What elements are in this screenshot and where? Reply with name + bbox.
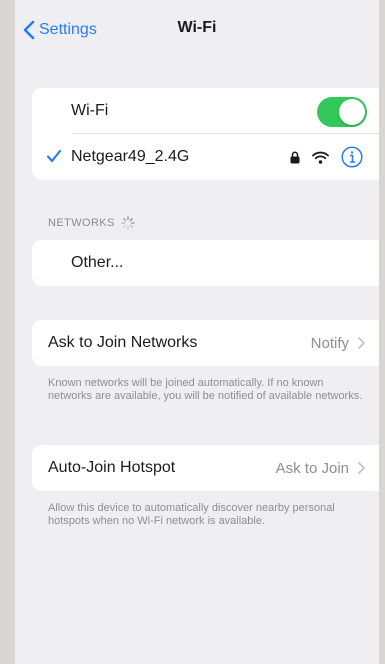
auto-join-row[interactable]: Auto-Join Hotspot Ask to Join [32, 445, 379, 491]
connected-network-row[interactable]: Netgear49_2.4G [32, 134, 379, 180]
wifi-toggle-row: Wi-Fi [32, 88, 379, 134]
auto-join-group: Auto-Join Hotspot Ask to Join [32, 445, 379, 491]
navigation-bar: Settings Wi-Fi [15, 0, 379, 60]
auto-join-label: Auto-Join Hotspot [48, 459, 176, 476]
wifi-toggle-label: Wi-Fi [71, 102, 109, 119]
wifi-signal-icon [312, 151, 329, 164]
other-network-row[interactable]: Other... [32, 240, 379, 286]
networks-section-header: NETWORKS [48, 216, 135, 230]
auto-join-value: Ask to Join [275, 459, 349, 477]
networks-header-label: NETWORKS [48, 217, 115, 229]
page-title: Wi-Fi [177, 19, 217, 36]
auto-join-footnote: Allow this device to automatically disco… [48, 502, 335, 527]
other-network-label: Other... [71, 254, 124, 271]
lock-icon [290, 151, 300, 163]
chevron-right-icon [358, 462, 365, 474]
ask-to-join-label: Ask to Join Networks [48, 334, 198, 351]
network-status-icons [290, 146, 363, 168]
spinner-icon [121, 216, 135, 230]
toggle-knob [339, 99, 365, 125]
info-icon[interactable] [341, 146, 363, 168]
ask-to-join-value: Notify [310, 334, 349, 352]
ask-to-join-footnote: Known networks will be joined automatica… [48, 377, 363, 402]
checkmark-icon [46, 149, 62, 163]
connected-network-name: Netgear49_2.4G [71, 148, 190, 165]
ask-to-join-group: Ask to Join Networks Notify [32, 320, 379, 366]
settings-screen: Settings Wi-Fi Wi-Fi Netgear49_2.4G NETW… [15, 0, 379, 664]
wifi-toggle[interactable] [317, 97, 367, 127]
ask-to-join-row[interactable]: Ask to Join Networks Notify [32, 320, 379, 366]
networks-group: Other... [32, 240, 379, 286]
chevron-right-icon [358, 337, 365, 349]
wifi-group: Wi-Fi Netgear49_2.4G [32, 88, 379, 180]
